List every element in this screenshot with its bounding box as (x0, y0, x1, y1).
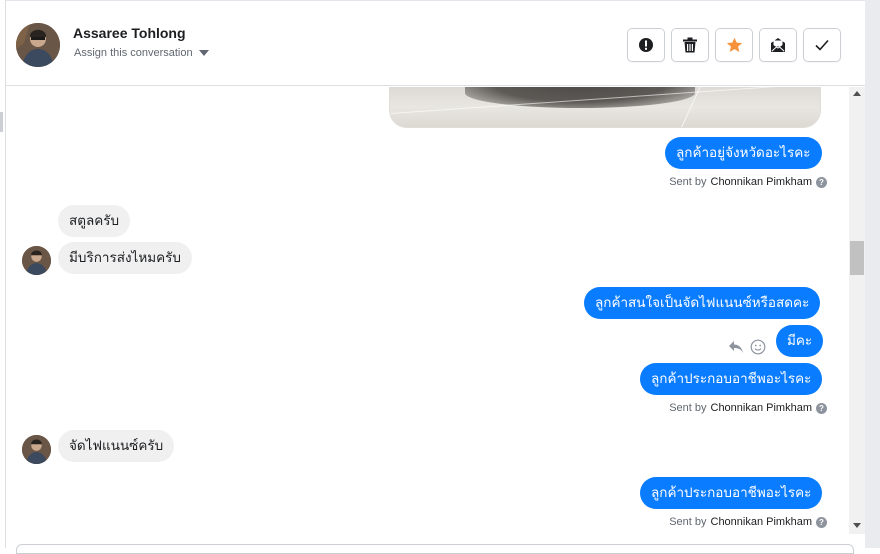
spam-button[interactable] (627, 28, 665, 62)
assign-label: Assign this conversation (74, 47, 193, 59)
thread-scrollbar[interactable] (849, 87, 865, 534)
message-bubble-incoming[interactable]: จัดไฟแนนซ์ครับ (58, 430, 175, 462)
contact-avatar-small (22, 246, 51, 275)
sent-by-agent[interactable]: Chonnikan Pimkham (711, 402, 813, 414)
scroll-down-arrow-icon[interactable] (853, 523, 861, 528)
sent-by-agent[interactable]: Chonnikan Pimkham (711, 516, 813, 528)
mark-unread-button[interactable] (759, 28, 797, 62)
message-bubble-outgoing[interactable]: มีคะ (776, 325, 824, 357)
shared-photo-attachment[interactable] (389, 87, 821, 128)
caret-down-icon (198, 50, 209, 56)
sent-by-label: Sent by Chonnikan Pimkham ? (669, 516, 827, 528)
alert-circle-icon (638, 37, 654, 53)
inbox-window: Assaree Tohlong Assign this conversation (0, 0, 880, 554)
trash-icon (683, 37, 697, 53)
sent-by-prefix: Sent by (669, 402, 707, 414)
scroll-up-arrow-icon[interactable] (853, 91, 861, 96)
sent-by-prefix: Sent by (669, 516, 707, 528)
scroll-thumb[interactable] (850, 241, 864, 275)
message-hover-tools (728, 339, 766, 360)
message-bubble-incoming[interactable]: มีบริการส่งไหมครับ (58, 242, 192, 274)
mark-done-button[interactable] (803, 28, 841, 62)
assign-conversation-dropdown[interactable]: Assign this conversation (74, 47, 209, 59)
sent-by-prefix: Sent by (669, 176, 707, 188)
right-sidebar-edge (865, 0, 880, 548)
message-bubble-incoming[interactable]: สตูลครับ (58, 205, 131, 237)
contact-avatar-small (22, 435, 51, 464)
star-button[interactable] (715, 28, 753, 62)
help-icon[interactable]: ? (816, 516, 827, 528)
message-thread[interactable]: ลูกค้าอยู่จังหวัดอะไรคะ Sent by Chonnika… (6, 87, 849, 549)
react-emoji-icon[interactable] (750, 339, 766, 360)
contact-name[interactable]: Assaree Tohlong (73, 25, 186, 41)
envelope-open-icon (770, 37, 786, 53)
message-bubble-outgoing[interactable]: ลูกค้าอยู่จังหวัดอะไรคะ (665, 137, 822, 169)
sent-by-label: Sent by Chonnikan Pimkham ? (669, 402, 827, 414)
sent-by-agent[interactable]: Chonnikan Pimkham (711, 176, 813, 188)
message-bubble-outgoing[interactable]: ลูกค้าประกอบอาชีพอะไรคะ (640, 363, 823, 395)
checkmark-icon (815, 39, 829, 51)
conversation-panel: Assaree Tohlong Assign this conversation (6, 0, 865, 554)
left-scroll-tick (0, 112, 3, 132)
contact-avatar[interactable] (16, 23, 60, 67)
star-icon (726, 37, 743, 53)
sent-by-label: Sent by Chonnikan Pimkham ? (669, 176, 827, 188)
header-actions (627, 28, 841, 62)
delete-button[interactable] (671, 28, 709, 62)
help-icon[interactable]: ? (816, 176, 827, 188)
help-icon[interactable]: ? (816, 402, 827, 414)
message-bubble-outgoing[interactable]: ลูกค้าสนใจเป็นจัดไฟแนนซ์หรือสดคะ (584, 287, 821, 319)
message-bubble-outgoing[interactable]: ลูกค้าประกอบอาชีพอะไรคะ (640, 477, 823, 509)
conversation-header: Assaree Tohlong Assign this conversation (6, 1, 865, 86)
reply-icon[interactable] (728, 340, 744, 359)
message-composer[interactable] (16, 544, 854, 554)
